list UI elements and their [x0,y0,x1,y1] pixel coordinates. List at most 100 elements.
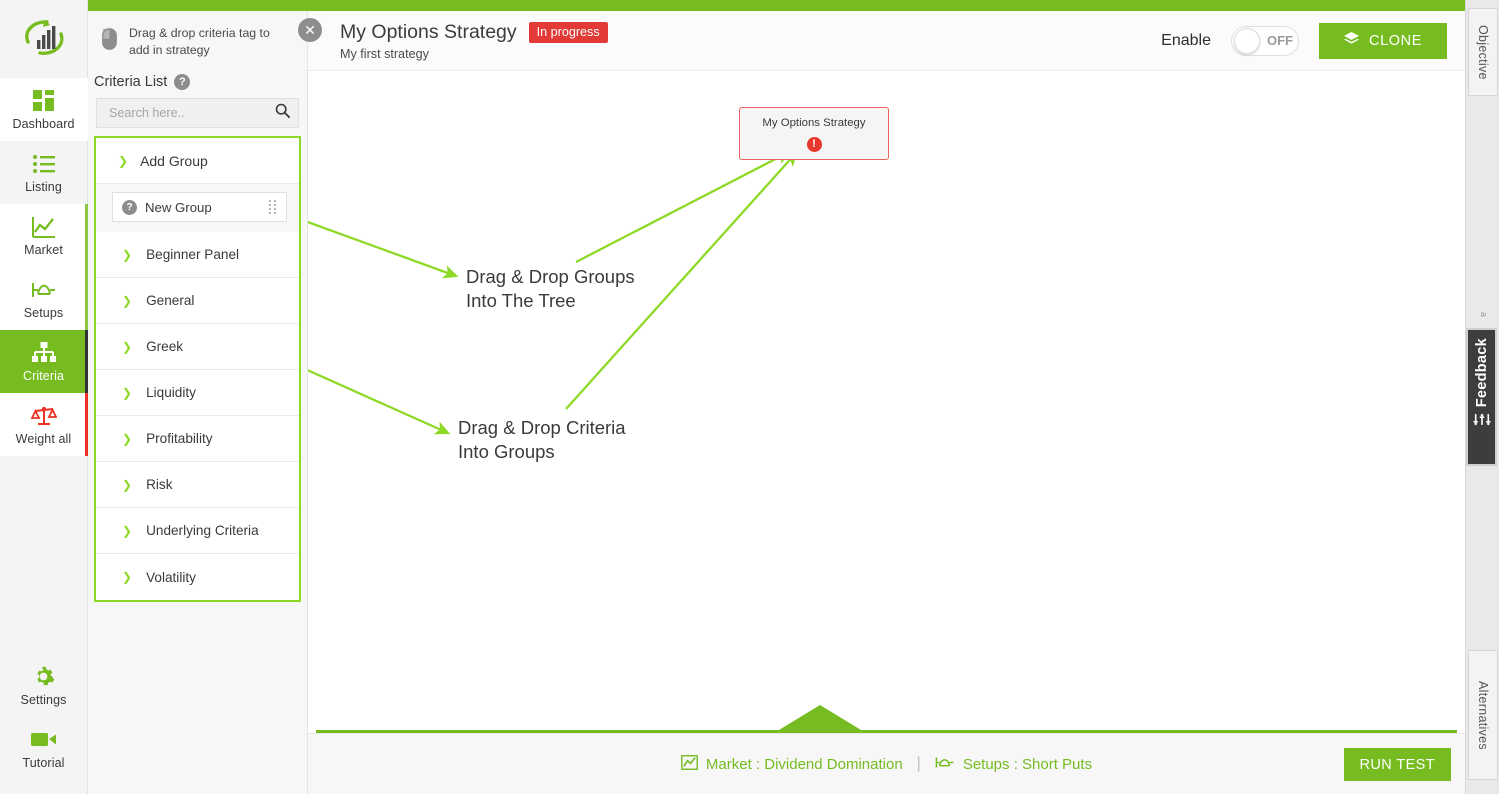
chevron-right-icon: ❯ [122,385,133,400]
criteria-category-liquidity[interactable]: ❯ Liquidity [96,370,299,417]
logo-bars-swoosh-icon [24,20,64,55]
footer-link-label: Market : Dividend Domination [705,755,903,773]
enable-toggle[interactable]: OFF [1231,25,1299,56]
sidebar-item-label: Weight all [15,431,72,446]
criteria-category-label: Volatility [146,569,196,585]
main-header: My Options Strategy In progress My first… [308,11,1465,71]
strategy-title-row: My Options Strategy In progress [340,21,608,44]
right-rail: Objective a Feedback Alternatives [1465,0,1499,794]
grid-icon [32,89,55,113]
rail-tab-alternatives[interactable]: Alternatives [1468,650,1498,780]
footer-bar: Market : Dividend Domination | Setups : … [308,733,1465,794]
sidebar-item-weight-all[interactable]: Weight all [0,393,88,456]
line-chart-icon [31,215,56,239]
mouse-icon [102,28,117,55]
chevron-right-icon: ❯ [122,477,133,492]
criteria-category-volatility[interactable]: ❯ Volatility [96,554,299,601]
criteria-category-underlying-criteria[interactable]: ❯ Underlying Criteria [96,508,299,555]
criteria-panel: Drag & drop criteria tag to add in strat… [88,11,308,794]
chevron-down-icon: ❯ [118,153,129,168]
criteria-category-risk[interactable]: ❯ Risk [96,462,299,509]
run-test-button[interactable]: RUN TEST [1343,748,1451,781]
scales-icon [30,404,57,428]
question-mark-icon[interactable]: ? [174,74,191,91]
new-group-draggable-item[interactable]: ? New Group [112,192,287,223]
tree-icon [31,341,56,365]
annotation-drag-criteria: Drag & Drop Criteria Into Groups [458,417,626,463]
page-subtitle: My first strategy [340,46,429,61]
question-mark-icon: ? [122,199,137,215]
chevron-right-icon: ❯ [122,293,133,308]
drag-drop-hint: Drag & drop criteria tag to add in strat… [88,11,307,68]
sidebar-item-tutorial[interactable]: Tutorial [0,717,88,780]
exclamation-icon[interactable]: ! [806,137,822,152]
status-badge: In progress [528,21,608,43]
rail-tab-feedback[interactable]: Feedback [1466,328,1497,466]
annotation-drag-groups: Drag & Drop Groups Into The Tree [466,266,635,312]
search-icon[interactable] [275,103,290,123]
rail-tab-label: Objective [1476,24,1490,80]
criteria-category-label: Profitability [146,431,213,447]
criteria-category-general[interactable]: ❯ General [96,278,299,325]
app-logo[interactable] [0,0,87,78]
toggle-knob [1234,27,1260,54]
top-accent-bar [88,0,1465,11]
footer-link-market[interactable]: Market : Dividend Domination [681,754,903,774]
sidebar-item-label: Criteria [22,368,65,383]
sliders-icon [1472,413,1491,429]
footer-links: Market : Dividend Domination | Setups : … [681,754,1092,774]
criteria-category-label: Beginner Panel [146,247,240,263]
search-input[interactable] [109,106,275,121]
close-icon[interactable]: ✕ [298,18,322,42]
sidebar-item-label: Market [24,242,63,257]
sidebar-item-criteria[interactable]: Criteria [0,330,88,393]
clone-button[interactable]: CLONE [1319,22,1447,59]
sidebar-item-label: Tutorial [22,755,65,770]
annotation-arrows [308,150,798,435]
footer-separator: | [916,755,921,772]
setups-icon [31,278,57,302]
sidebar-item-label: Setups [23,305,64,320]
left-sidebar: Dashboard Listing Market Setups Criteria… [0,0,88,794]
strategy-root-node[interactable]: My Options Strategy ! [739,107,889,160]
sidebar-item-label: Dashboard [12,116,75,131]
chevron-right-icon: ❯ [122,431,133,446]
new-group-label: New Group [145,199,212,215]
criteria-category-greek[interactable]: ❯ Greek [96,324,299,371]
drag-handle-icon[interactable] [269,200,276,215]
criteria-category-profitability[interactable]: ❯ Profitability [96,416,299,463]
criteria-groups-outline: ❯ Add Group ? New Group ❯ Beginner Panel… [94,136,301,603]
sidebar-item-listing[interactable]: Listing [0,141,88,204]
list-icon [32,152,55,176]
footer-link-label: Setups : Short Puts [962,755,1093,773]
strategy-canvas[interactable]: My Options Strategy ! Drag & Drop Groups… [308,71,1465,733]
chevron-right-icon: ❯ [122,247,133,262]
rail-tab-label: Feedback [1473,338,1490,408]
header-actions: Enable OFF CLONE [1161,22,1447,59]
sidebar-item-setups[interactable]: Setups [0,267,88,330]
rail-tab-objective[interactable]: Objective [1468,8,1498,96]
criteria-list-header: Criteria List ? [88,68,307,98]
criteria-list-title: Criteria List [94,74,168,91]
search-box[interactable] [96,98,299,129]
add-group-row[interactable]: ❯ Add Group [96,138,299,185]
feedback-tab-shadow: a [1479,312,1489,318]
criteria-category-label: Risk [146,477,173,493]
video-camera-icon [30,728,57,752]
criteria-category-label: Underlying Criteria [146,523,259,539]
footer-link-setups[interactable]: Setups : Short Puts [935,755,1092,774]
sidebar-item-settings[interactable]: Settings [0,654,88,717]
sidebar-item-dashboard[interactable]: Dashboard [0,78,88,141]
line-chart-icon [681,754,698,774]
setups-icon [935,755,955,774]
sidebar-item-label: Settings [20,692,67,707]
drag-drop-hint-text: Drag & drop criteria tag to add in strat… [129,26,270,57]
criteria-category-label: Liquidity [146,385,196,401]
gear-icon [32,665,55,689]
chevron-right-icon: ❯ [122,570,133,585]
criteria-category-label: Greek [146,339,184,355]
chevron-right-icon: ❯ [122,339,133,354]
sidebar-item-market[interactable]: Market [0,204,88,267]
criteria-category-beginner-panel[interactable]: ❯ Beginner Panel [96,232,299,279]
layers-icon [1344,31,1359,50]
